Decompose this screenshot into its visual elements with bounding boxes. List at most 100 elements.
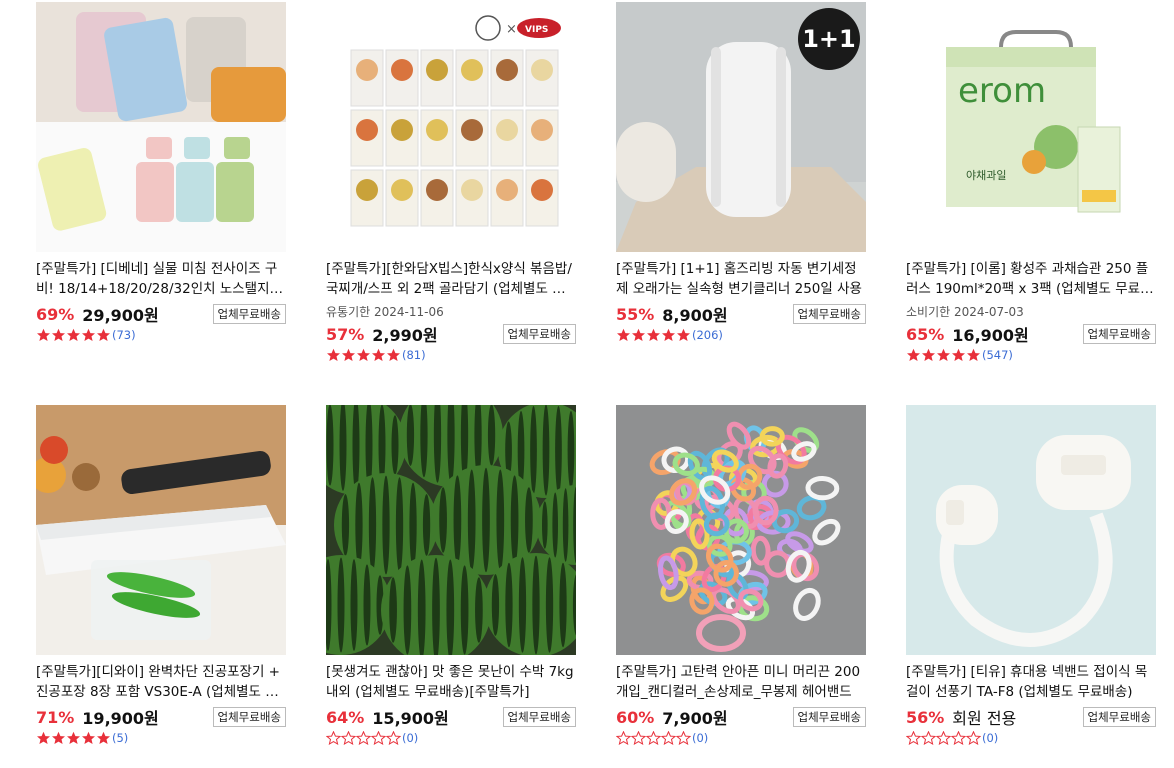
star-icon	[97, 731, 110, 744]
price: 16,900원	[952, 326, 1029, 345]
review-line: (0)	[616, 730, 866, 746]
price-line: 69% 29,900원 업체무료배송	[36, 302, 286, 326]
discount-rate: 57%	[326, 324, 365, 344]
star-icon	[37, 328, 50, 341]
vacuum-sealer-image[interactable]	[36, 405, 286, 655]
free-shipping-badge: 업체무료배송	[1082, 324, 1156, 344]
hair-tie-image[interactable]	[616, 405, 866, 655]
star-icon	[356, 731, 371, 745]
star-icon	[661, 731, 676, 745]
star-icon	[936, 731, 951, 745]
price: 7,900원	[662, 709, 728, 728]
review-count[interactable]: (5)	[112, 731, 128, 745]
review-line: (0)	[906, 730, 1156, 746]
star-icon	[906, 731, 921, 745]
star-rating	[906, 348, 981, 362]
star-icon	[82, 731, 95, 744]
product-title[interactable]: [못생겨도 괜찮아] 맛 좋은 못난이 수박 7kg 내외 (업체별도 무료배송…	[326, 662, 576, 702]
product-title[interactable]: [주말특가] [디베네] 실물 미침 전사이즈 구비! 18/14+18/20/…	[36, 259, 286, 299]
star-icon	[662, 328, 675, 341]
star-icon	[52, 731, 65, 744]
product-card[interactable]: [주말특가] 고탄력 안아픈 미니 머리끈 200개입_캔디컬러_손상제로_무봉…	[616, 405, 866, 746]
discount-rate: 56%	[906, 707, 945, 727]
discount-rate: 71%	[36, 707, 75, 727]
review-count[interactable]: (0)	[402, 731, 418, 745]
star-icon	[372, 348, 385, 361]
review-count[interactable]: (547)	[982, 348, 1013, 362]
juice-box-image[interactable]: erom 야채과일	[906, 2, 1156, 252]
star-rating	[616, 731, 691, 745]
free-shipping-badge: 업체무료배송	[502, 324, 576, 344]
product-card[interactable]: [못생겨도 괜찮아] 맛 좋은 못난이 수박 7kg 내외 (업체별도 무료배송…	[326, 405, 576, 746]
star-rating	[36, 328, 111, 342]
price-line: 65% 16,900원 업체무료배송	[906, 322, 1156, 346]
watermelon-image[interactable]	[326, 405, 576, 655]
star-icon	[676, 731, 691, 745]
star-icon	[341, 731, 356, 745]
price: 19,900원	[82, 709, 159, 728]
free-shipping-badge: 업체무료배송	[212, 707, 286, 727]
review-line: (73)	[36, 327, 286, 343]
product-card[interactable]: [주말특가] [티유] 휴대용 넥밴드 접이식 목걸이 선풍기 TA-F8 (업…	[906, 405, 1156, 746]
star-icon	[357, 348, 370, 361]
price-line: 60% 7,900원 업체무료배송	[616, 705, 866, 729]
star-rating	[326, 348, 401, 362]
svg-text:×: ×	[506, 22, 517, 37]
neck-fan-image[interactable]	[906, 405, 1156, 655]
product-card[interactable]: 1+1 [주말특가] [1+1] 홈즈리빙 자동 변기세정제 오래가는 실속형 …	[616, 2, 866, 343]
star-icon	[647, 328, 660, 341]
product-card[interactable]: [주말특가] [디베네] 실물 미침 전사이즈 구비! 18/14+18/20/…	[36, 2, 286, 343]
star-icon	[52, 328, 65, 341]
star-icon	[326, 731, 341, 745]
review-line: (206)	[616, 327, 866, 343]
expiry-date: 유통기한 2024-11-06	[326, 305, 444, 319]
review-count[interactable]: (0)	[692, 731, 708, 745]
review-count[interactable]: (73)	[112, 328, 136, 342]
star-icon	[966, 731, 981, 745]
price: 8,900원	[662, 306, 728, 325]
discount-rate: 60%	[616, 707, 655, 727]
star-icon	[951, 731, 966, 745]
star-icon	[371, 731, 386, 745]
free-shipping-badge: 업체무료배송	[212, 304, 286, 324]
price-line: 55% 8,900원 업체무료배송	[616, 302, 866, 326]
review-count[interactable]: (0)	[982, 731, 998, 745]
free-shipping-badge: 업체무료배송	[792, 304, 866, 324]
review-count[interactable]: (81)	[402, 348, 426, 362]
star-icon	[82, 328, 95, 341]
product-card[interactable]: erom 야채과일 [주말특가] [이롬] 황성주 과채습관 250 플러스 1…	[906, 2, 1156, 363]
product-title[interactable]: [주말특가] 고탄력 안아픈 미니 머리끈 200개입_캔디컬러_손상제로_무봉…	[616, 662, 866, 702]
price-line: 56% 회원 전용 업체무료배송	[906, 705, 1156, 729]
review-line: (81)	[326, 347, 576, 363]
price: 회원 전용	[952, 709, 1017, 728]
star-icon	[67, 328, 80, 341]
product-title[interactable]: [주말특가] [티유] 휴대용 넥밴드 접이식 목걸이 선풍기 TA-F8 (업…	[906, 662, 1156, 702]
price: 29,900원	[82, 306, 159, 325]
product-card[interactable]: [주말특가][디와이] 완벽차단 진공포장기 + 진공포장 8장 포함 VS30…	[36, 405, 286, 746]
discount-rate: 55%	[616, 304, 655, 324]
product-card[interactable]: × VIPS [주말특가][한와담X빕스]한식x양식 볶음밥/국찌개/스프 외 …	[326, 2, 576, 363]
meal-pack-image[interactable]: × VIPS	[326, 2, 576, 252]
erom-logo-text: erom	[958, 71, 1046, 111]
star-icon	[677, 328, 690, 341]
suitcase-image[interactable]	[36, 2, 286, 252]
star-rating	[616, 328, 691, 342]
promo-badge: 1+1	[798, 8, 860, 70]
free-shipping-badge: 업체무료배송	[792, 707, 866, 727]
star-icon	[646, 731, 661, 745]
price-line: 57% 2,990원 업체무료배송	[326, 322, 576, 346]
product-title[interactable]: [주말특가] [이롬] 황성주 과채습관 250 플러스 190ml*20팩 x…	[906, 259, 1156, 299]
star-icon	[387, 348, 400, 361]
star-icon	[97, 328, 110, 341]
star-icon	[907, 348, 920, 361]
star-icon	[952, 348, 965, 361]
product-title[interactable]: [주말특가][디와이] 완벽차단 진공포장기 + 진공포장 8장 포함 VS30…	[36, 662, 286, 702]
juice-box-label: 야채과일	[966, 168, 1006, 182]
product-title[interactable]: [주말특가] [1+1] 홈즈리빙 자동 변기세정제 오래가는 실속형 변기클리…	[616, 259, 866, 299]
product-title[interactable]: [주말특가][한와담X빕스]한식x양식 볶음밥/국찌개/스프 외 2팩 골라담기…	[326, 259, 576, 299]
toilet-cleaner-image[interactable]: 1+1	[616, 2, 866, 252]
star-icon	[342, 348, 355, 361]
star-rating	[326, 731, 401, 745]
price-line: 64% 15,900원 업체무료배송	[326, 705, 576, 729]
review-count[interactable]: (206)	[692, 328, 723, 342]
